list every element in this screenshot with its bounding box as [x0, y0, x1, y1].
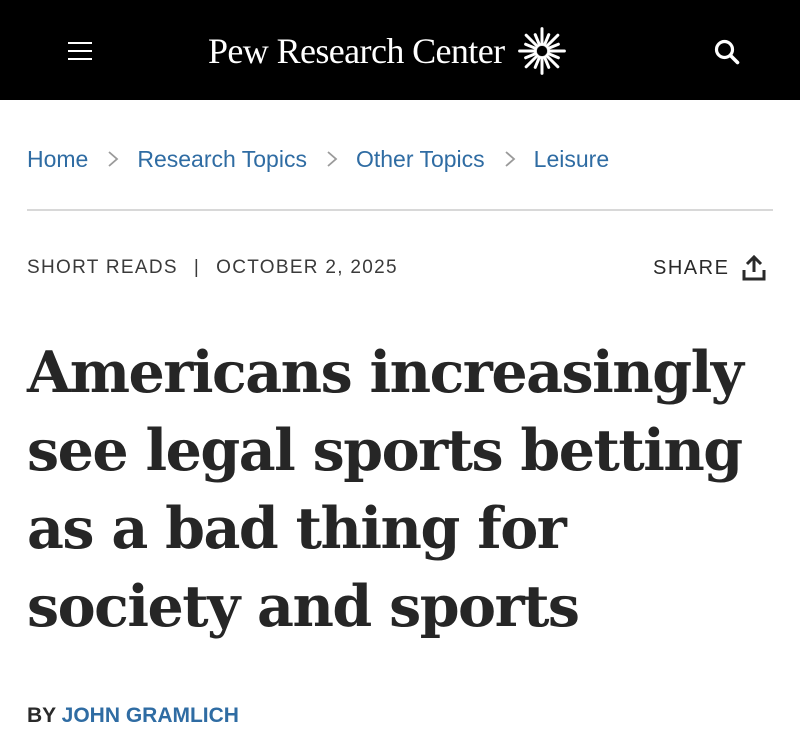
breadcrumb: Home Research Topics Other Topics Leisur…	[27, 143, 609, 175]
logo-text: Pew Research Center	[208, 31, 505, 71]
headline-line: as a bad thing for	[27, 495, 567, 562]
article-category[interactable]: SHORT READS	[27, 257, 178, 279]
headline-line: Americans increasingly	[27, 339, 744, 406]
share-upload-icon	[742, 254, 766, 281]
breadcrumb-other-topics[interactable]: Other Topics	[356, 146, 485, 173]
share-label: SHARE	[653, 256, 730, 279]
chevron-right-icon	[108, 151, 119, 167]
site-logo[interactable]: Pew Research Center	[208, 26, 570, 76]
article-meta: SHORT READS | OCTOBER 2, 2025	[27, 255, 398, 281]
author-link[interactable]: JOHN GRAMLICH	[62, 704, 239, 727]
top-navigation-bar: Pew Research Center	[0, 0, 800, 100]
breadcrumb-leisure[interactable]: Leisure	[534, 146, 609, 173]
search-icon[interactable]	[712, 37, 742, 67]
breadcrumb-home[interactable]: Home	[27, 146, 88, 173]
sunburst-logo-icon	[518, 27, 567, 75]
byline-prefix: BY	[27, 704, 56, 727]
article-date: OCTOBER 2, 2025	[216, 257, 398, 278]
byline: BY JOHN GRAMLICH	[27, 704, 239, 730]
headline-line: society and sports	[27, 573, 580, 640]
chevron-right-icon	[505, 151, 516, 167]
headline-line: see legal sports betting	[27, 417, 743, 484]
breadcrumb-research-topics[interactable]: Research Topics	[137, 146, 307, 173]
breadcrumb-divider	[27, 209, 773, 211]
article-headline: Americans increasingly see legal sports …	[27, 334, 787, 646]
chevron-right-icon	[327, 151, 338, 167]
hamburger-menu-icon[interactable]	[68, 40, 94, 62]
meta-separator: |	[193, 257, 201, 278]
share-button[interactable]: SHARE	[653, 252, 767, 284]
